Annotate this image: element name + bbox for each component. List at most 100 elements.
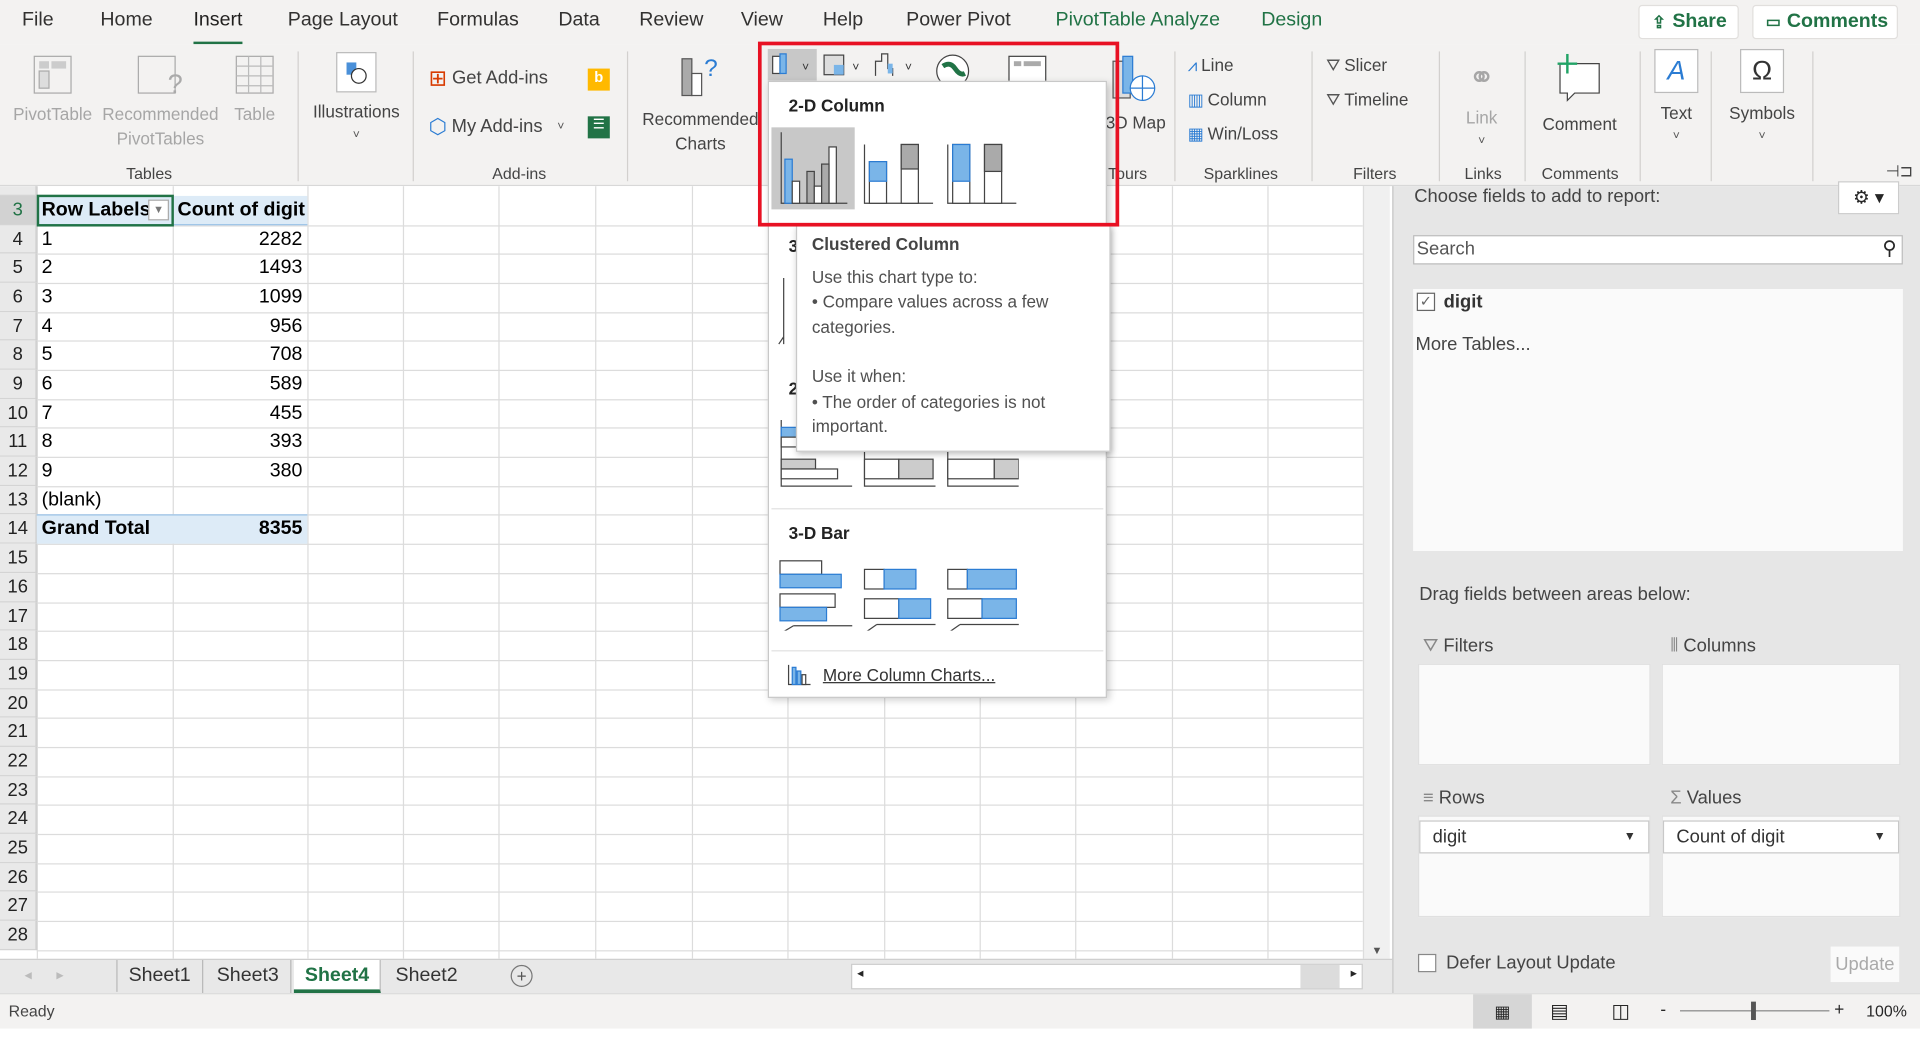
filters-drop-area[interactable] — [1417, 663, 1651, 766]
sparkline-line-button[interactable]: ⩘ Line — [1188, 53, 1234, 77]
insert-pivotchart-button[interactable] — [1004, 49, 1053, 84]
3d-stacked-bar-icon[interactable] — [862, 557, 936, 631]
row-header[interactable]: 12 — [0, 456, 37, 486]
pivot-row-value[interactable]: 956 — [173, 312, 308, 340]
field-digit[interactable]: digit — [1444, 291, 1483, 312]
row-header[interactable]: 4 — [0, 224, 37, 254]
recommended-charts-button[interactable]: ? Recommended Charts — [639, 51, 761, 155]
columns-drop-area[interactable] — [1661, 663, 1901, 766]
row-header[interactable]: 5 — [0, 253, 37, 283]
row-header[interactable]: 17 — [0, 601, 37, 631]
sheet-tab-sheet4[interactable]: Sheet4 — [293, 960, 382, 994]
scroll-left-icon[interactable]: ◂ — [857, 967, 863, 980]
more-column-charts-button[interactable]: More Column Charts... — [786, 662, 995, 686]
insert-hierarchy-chart-button[interactable]: ˅ — [820, 49, 867, 81]
pivot-header-row-labels[interactable]: Row Labels — [37, 196, 156, 224]
pivot-row-label[interactable]: 1 — [37, 225, 58, 253]
zoom-in-button[interactable]: + — [1834, 999, 1844, 1019]
pivot-row-label[interactable]: 8 — [37, 428, 58, 456]
rows-field-digit[interactable]: digit ▼ — [1419, 820, 1650, 854]
zoom-level[interactable]: 100% — [1866, 1002, 1907, 1020]
pane-settings-button[interactable]: ⚙ ▾ — [1837, 181, 1900, 215]
zoom-slider-thumb[interactable] — [1751, 1001, 1756, 1021]
row-header[interactable]: 18 — [0, 630, 37, 660]
rows-drop-area[interactable]: digit ▼ — [1417, 815, 1651, 918]
illustrations-button[interactable]: Illustrations ˅ — [309, 51, 405, 148]
tab-insert[interactable]: Insert — [193, 10, 243, 46]
row-header[interactable]: 20 — [0, 688, 37, 718]
row-header[interactable]: 23 — [0, 775, 37, 805]
horizontal-scrollbar[interactable]: ◂ ▸ — [851, 963, 1363, 990]
tab-file[interactable]: File — [22, 10, 54, 32]
grand-total-label[interactable]: Grand Total — [37, 515, 155, 543]
link-button[interactable]: ⚭ Link ˅ — [1455, 56, 1509, 154]
pivot-row-value[interactable]: 2282 — [173, 225, 308, 253]
row-header[interactable]: 27 — [0, 891, 37, 921]
pivot-row-value[interactable]: 708 — [173, 341, 308, 369]
row-header[interactable]: 11 — [0, 427, 37, 457]
pivot-row-label[interactable]: 2 — [37, 254, 58, 282]
sparkline-column-button[interactable]: ▥ Column — [1188, 87, 1267, 111]
scroll-down-icon[interactable]: ▼ — [1371, 944, 1382, 956]
pivot-row-label[interactable]: 7 — [37, 399, 58, 427]
3d-map-button[interactable]: 3D Map — [1106, 51, 1166, 133]
insert-map-chart-button[interactable] — [933, 49, 972, 88]
sheet-tab-sheet1[interactable]: Sheet1 — [118, 960, 203, 994]
row-header[interactable]: 9 — [0, 369, 37, 399]
share-button[interactable]: ⇪ Share — [1638, 4, 1739, 40]
pivot-row-label[interactable]: 6 — [37, 370, 58, 398]
search-icon[interactable]: ⚲ — [1882, 236, 1896, 260]
row-labels-filter-dropdown[interactable]: ▼ — [148, 199, 169, 221]
dropdown-arrow-icon[interactable]: ▼ — [1624, 822, 1636, 853]
pivot-row-label[interactable]: 5 — [37, 341, 58, 369]
pivot-row-value[interactable]: 1099 — [173, 283, 308, 311]
100-stacked-column-option[interactable] — [943, 127, 1021, 209]
text-button[interactable]: A Text ˅ — [1651, 48, 1702, 149]
row-header[interactable]: 28 — [0, 920, 37, 950]
get-addins-button[interactable]: ⊞ Get Add-ins — [429, 66, 548, 90]
row-header[interactable]: 24 — [0, 804, 37, 834]
pivot-row-value[interactable]: 589 — [173, 370, 308, 398]
sheet-tab-sheet2[interactable]: Sheet2 — [384, 960, 468, 993]
stacked-column-option[interactable] — [860, 127, 938, 209]
row-header[interactable]: 7 — [0, 311, 37, 341]
insert-waterfall-chart-button[interactable]: ˅ — [872, 49, 919, 81]
normal-view-button[interactable]: ▦ — [1473, 994, 1532, 1029]
pivot-row-label[interactable]: 4 — [37, 312, 58, 340]
comments-button[interactable]: ▭ Comments — [1752, 4, 1898, 40]
tab-formulas[interactable]: Formulas — [437, 10, 519, 32]
vertical-scrollbar[interactable]: ▼ — [1362, 186, 1390, 959]
values-field-count-of-digit[interactable]: Count of digit ▼ — [1662, 820, 1900, 854]
tab-pivottable-analyze[interactable]: PivotTable Analyze — [1056, 10, 1220, 32]
update-button[interactable]: Update — [1830, 946, 1900, 983]
my-addins-button[interactable]: ⬡ My Add-ins ˅ — [429, 115, 565, 139]
tab-data[interactable]: Data — [558, 10, 599, 32]
defer-layout-checkbox[interactable] — [1417, 953, 1437, 973]
tab-power-pivot[interactable]: Power Pivot — [906, 10, 1011, 32]
tab-design[interactable]: Design — [1261, 10, 1322, 32]
row-header[interactable]: 19 — [0, 659, 37, 689]
pivot-header-count[interactable]: Count of digit — [173, 196, 310, 224]
timeline-button[interactable]: ⛛ Timeline — [1326, 87, 1408, 111]
row-header[interactable]: 3 — [0, 195, 37, 225]
field-search-input[interactable]: Search ⚲ — [1413, 235, 1903, 265]
sparkline-winloss-button[interactable]: ▦ Win/Loss — [1188, 121, 1278, 145]
row-header[interactable]: 21 — [0, 717, 37, 747]
pivot-row-value[interactable]: 380 — [173, 457, 308, 485]
bing-icon[interactable]: b — [587, 68, 610, 91]
row-header[interactable]: 26 — [0, 862, 37, 892]
pivottable-button[interactable]: PivotTable — [12, 54, 93, 126]
comment-button[interactable]: Comment — [1537, 53, 1623, 136]
people-graph-icon[interactable]: ☰ — [587, 116, 610, 139]
slicer-button[interactable]: ⛛ Slicer — [1326, 53, 1387, 77]
table-button[interactable]: Table — [230, 54, 279, 126]
zoom-out-button[interactable]: - — [1660, 999, 1666, 1019]
row-header[interactable]: 14 — [0, 514, 37, 544]
pivot-row-label[interactable]: 3 — [37, 283, 58, 311]
pin-ribbon-icon[interactable]: ⊣⊐ — [1886, 162, 1913, 182]
scroll-tabs-left-icon[interactable]: ◂ — [24, 966, 31, 983]
row-header[interactable]: 8 — [0, 340, 37, 370]
row-header[interactable]: 16 — [0, 572, 37, 602]
tab-help[interactable]: Help — [823, 10, 863, 32]
tab-view[interactable]: View — [741, 10, 783, 32]
